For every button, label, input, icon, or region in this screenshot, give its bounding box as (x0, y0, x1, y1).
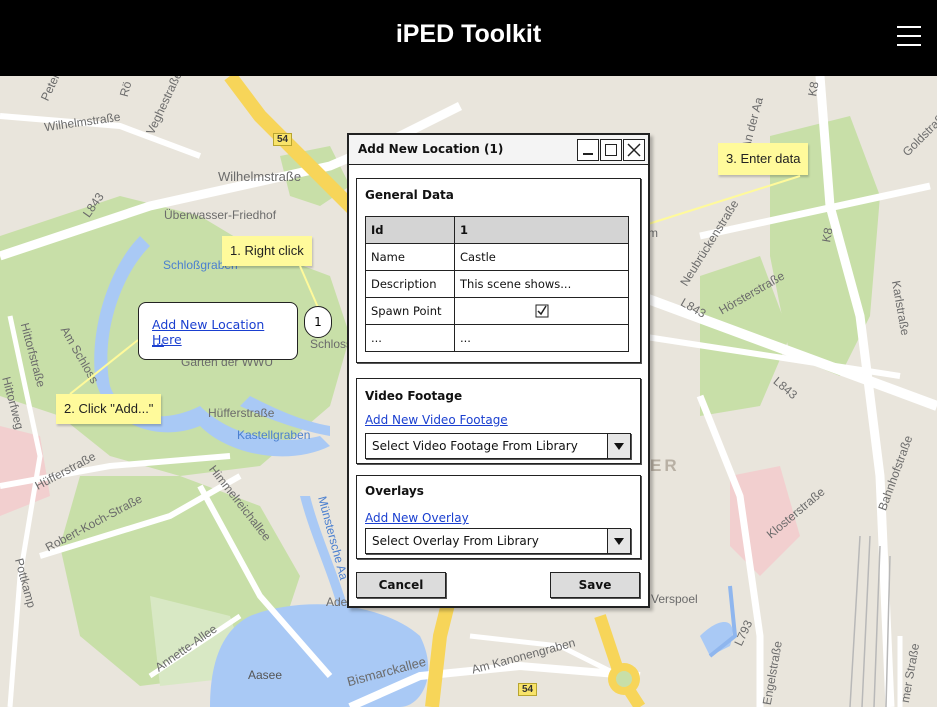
app-title: iPED Toolkit (395, 20, 542, 48)
spawn-point-checkbox[interactable] (535, 304, 549, 318)
dropdown-button[interactable] (607, 434, 630, 458)
minimize-icon (583, 153, 593, 155)
map-label-friedhof: Überwasser-Friedhof (164, 208, 277, 222)
map-label-verspoel: Verspoel (651, 592, 698, 606)
map-label-ade: Ade (326, 595, 348, 609)
click-marker: 1 (304, 306, 332, 338)
table-row: Spawn Point (365, 297, 629, 325)
close-icon (627, 143, 641, 157)
close-button[interactable] (623, 139, 645, 161)
map-label-kastellgraben: Kastellgraben (237, 428, 311, 442)
map-label-wilhelmstrasse: Wilhelmstraße (218, 169, 302, 184)
row-value-spawn-point (454, 297, 629, 325)
video-footage-select-value: Select Video Footage From Library (372, 439, 578, 453)
chevron-down-icon (614, 443, 624, 450)
overlays-title: Overlays (365, 484, 424, 498)
row-value-more: ... (454, 324, 629, 352)
road-badge-54-bottom: 54 (518, 683, 538, 696)
table-header-id: Id (365, 216, 455, 244)
video-footage-title: Video Footage (365, 389, 463, 403)
row-label-name: Name (365, 243, 455, 271)
map-label-schloss: Schloss (310, 337, 353, 351)
overlays-section: Overlays Add New Overlay Select Overlay … (356, 475, 641, 559)
video-footage-select[interactable]: Select Video Footage From Library (365, 433, 631, 459)
save-button[interactable]: Save (550, 572, 640, 598)
add-overlay-link[interactable]: Add New Overlay (365, 511, 469, 525)
row-value-name[interactable]: Castle (454, 243, 629, 271)
table-row: ... ... (365, 324, 629, 352)
dropdown-button[interactable] (607, 529, 630, 553)
general-data-table: Id 1 Name Castle Description This scene … (365, 216, 629, 352)
map-label-aasee: Aasee (248, 668, 283, 682)
table-row: Name Castle (365, 243, 629, 271)
add-video-footage-link[interactable]: Add New Video Footage (365, 413, 508, 427)
video-footage-section: Video Footage Add New Video Footage Sele… (356, 378, 641, 464)
row-label-description: Description (365, 270, 455, 298)
maximize-icon (605, 144, 617, 156)
table-row: Description This scene shows... (365, 270, 629, 298)
general-data-title: General Data (365, 188, 454, 202)
app-header: iPED Toolkit (0, 0, 937, 76)
minimize-button[interactable] (577, 139, 599, 161)
table-header-value: 1 (454, 216, 629, 244)
map-label-er: ER (650, 456, 680, 475)
overlay-select-value: Select Overlay From Library (372, 534, 539, 548)
road-badge-54-top: 54 (273, 133, 293, 146)
annotation-step2: 2. Click "Add..." (56, 394, 162, 424)
map-label-k8: K8 (819, 226, 836, 244)
dialog-titlebar[interactable]: Add New Location (1) (349, 135, 648, 165)
context-menu-more-link[interactable]: ... (152, 333, 164, 348)
add-location-dialog: Add New Location (1) General Data Id 1 N… (347, 133, 650, 608)
row-label-more: ... (365, 324, 455, 352)
overlay-select[interactable]: Select Overlay From Library (365, 528, 631, 554)
maximize-button[interactable] (600, 139, 622, 161)
chevron-down-icon (614, 538, 624, 545)
hamburger-menu-icon[interactable] (897, 24, 921, 48)
row-label-spawn-point: Spawn Point (365, 297, 455, 325)
table-header-row: Id 1 (365, 216, 629, 244)
dialog-title: Add New Location (1) (358, 142, 504, 156)
map-label-k8-top: K8 (805, 80, 822, 98)
context-menu: Add New Location Here ... (138, 302, 298, 360)
general-data-section: General Data Id 1 Name Castle Descriptio… (356, 178, 641, 363)
annotation-step1: 1. Right click (222, 236, 312, 266)
cancel-button[interactable]: Cancel (356, 572, 446, 598)
row-value-description[interactable]: This scene shows... (454, 270, 629, 298)
add-new-location-link[interactable]: Add New Location Here (152, 317, 297, 347)
annotation-step3: 3. Enter data (718, 143, 809, 175)
map-label-huefferstrasse-mid: Hüfferstraße (208, 406, 275, 420)
